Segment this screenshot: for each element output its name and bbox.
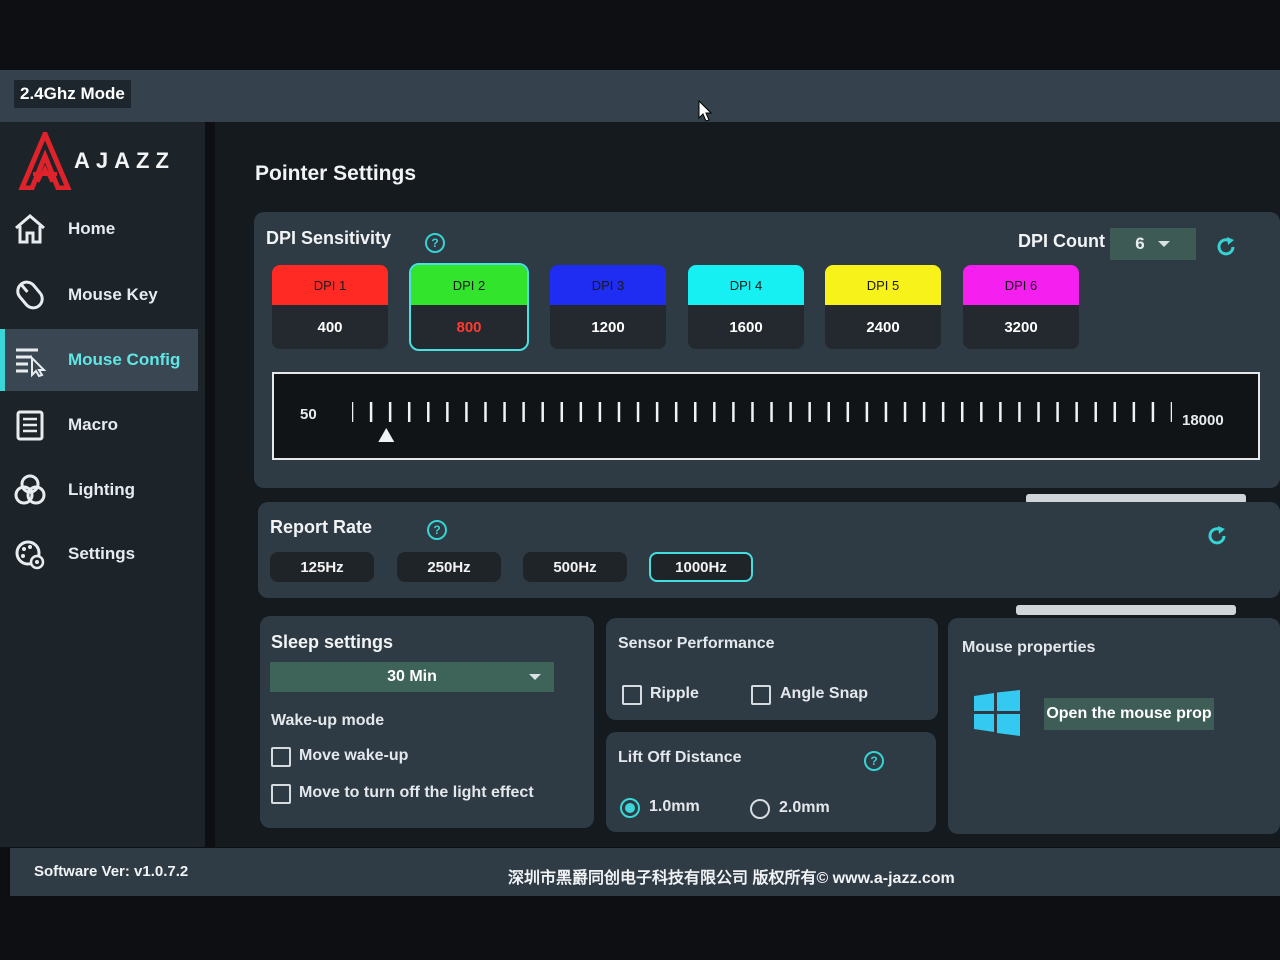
rate-500hz-button[interactable]: 500Hz (523, 552, 627, 582)
dpi-card-2[interactable]: DPI 2 800 (409, 263, 529, 351)
slider-thumb-icon[interactable] (378, 428, 395, 442)
dpi-card-3[interactable]: DPI 3 1200 (550, 265, 666, 349)
mouse-cursor-icon (698, 100, 712, 122)
windows-logo-icon (974, 690, 1020, 736)
sidebar-item-label: Settings (68, 544, 136, 563)
sidebar-item-label: Home (68, 219, 116, 238)
open-mouse-properties-button[interactable]: Open the mouse prop (1044, 698, 1214, 730)
dpi-card-color: DPI 6 (963, 265, 1079, 305)
dpi-card-label: DPI 5 (866, 277, 900, 293)
report-rate-title: Report Rate (270, 517, 373, 537)
scrollbar-thumb[interactable] (1016, 605, 1236, 615)
lift-off-1mm-radio[interactable] (620, 798, 640, 818)
title-bar: 2.4Ghz Mode (0, 70, 1280, 122)
dpi-count-label: DPI Count (1018, 231, 1105, 251)
dpi-card-value: 3200 (1004, 318, 1038, 336)
move-wake-up-label: Move wake-up (299, 747, 409, 764)
mode-badge: 2.4Ghz Mode (14, 80, 131, 108)
dpi-slider[interactable]: 50 18000 (272, 372, 1260, 460)
dpi-card-1[interactable]: DPI 1 400 (272, 265, 388, 349)
help-icon[interactable]: ? (864, 751, 884, 771)
dpi-card-label: DPI 2 (452, 277, 486, 293)
dpi-count-select[interactable]: 6 (1110, 228, 1196, 260)
help-icon[interactable]: ? (425, 233, 445, 253)
lift-off-1mm-label: 1.0mm (649, 798, 700, 815)
dpi-slider-track[interactable] (352, 400, 1172, 446)
lift-off-2mm-label: 2.0mm (779, 799, 830, 816)
footer: Software Ver: v1.0.7.2 深圳市黑爵同创电子科技有限公司 版… (10, 848, 1280, 896)
lift-off-2mm-radio[interactable] (750, 799, 770, 819)
sidebar-item-macro[interactable]: Macro (0, 394, 198, 456)
sidebar-item-home[interactable]: Home (0, 198, 198, 260)
dpi-card-value: 400 (317, 318, 343, 336)
dpi-card-value: 1600 (729, 318, 763, 336)
rate-1000hz-button[interactable]: 1000Hz (649, 552, 753, 582)
rate-125hz-button[interactable]: 125Hz (270, 552, 374, 582)
brand-name: AJAZZ (74, 148, 175, 173)
sensor-performance-panel (606, 618, 938, 720)
ripple-checkbox[interactable] (622, 685, 642, 705)
lift-off-panel (606, 732, 936, 832)
macro-icon (16, 410, 44, 441)
sidebar-item-mouse-key[interactable]: Mouse Key (0, 264, 198, 326)
dpi-card-6[interactable]: DPI 6 3200 (963, 265, 1079, 349)
lighting-icon (14, 474, 46, 505)
settings-icon (15, 540, 45, 570)
wake-up-mode-title: Wake-up mode (271, 712, 385, 729)
software-version: Software Ver: v1.0.7.2 (34, 863, 189, 880)
refresh-icon[interactable] (1215, 236, 1237, 258)
dpi-card-color: DPI 2 (411, 265, 527, 305)
sidebar-item-settings[interactable]: Settings (0, 523, 198, 585)
dpi-card-value: 800 (456, 318, 482, 336)
dpi-card-label: DPI 6 (1004, 277, 1038, 293)
refresh-icon[interactable] (1206, 525, 1228, 547)
help-icon[interactable]: ? (427, 520, 447, 540)
copyright-text: 深圳市黑爵同创电子科技有限公司 版权所有© www.a-jazz.com (508, 870, 955, 887)
dpi-card-color: DPI 3 (550, 265, 666, 305)
dpi-card-value: 1200 (591, 318, 625, 336)
lift-off-title: Lift Off Distance (618, 749, 742, 766)
mouse-config-icon (16, 348, 47, 378)
chevron-down-icon (1157, 241, 1170, 247)
dpi-card-label: DPI 1 (313, 277, 347, 293)
dpi-sensitivity-title: DPI Sensitivity (266, 228, 392, 248)
sleep-settings-title: Sleep settings (271, 632, 394, 652)
move-wake-up-checkbox[interactable] (271, 747, 291, 767)
dpi-slider-min: 50 (300, 406, 317, 423)
chevron-down-icon (529, 674, 541, 680)
dpi-count-value: 6 (1135, 234, 1145, 253)
dpi-card-4[interactable]: DPI 4 1600 (688, 265, 804, 349)
page-title: Pointer Settings (255, 162, 417, 185)
sidebar-item-label: Macro (68, 415, 119, 434)
ajazz-logo-icon (18, 132, 72, 190)
sidebar-item-label: Mouse Key (68, 285, 158, 304)
dpi-card-5[interactable]: DPI 5 2400 (825, 265, 941, 349)
angle-snap-checkbox[interactable] (751, 685, 771, 705)
dpi-card-label: DPI 4 (729, 277, 763, 293)
mouse-icon (16, 280, 44, 310)
report-rate-panel (258, 502, 1280, 598)
sidebar-item-mouse-config[interactable]: Mouse Config (0, 329, 198, 391)
dpi-card-value: 2400 (866, 318, 900, 336)
dpi-card-label: DPI 3 (591, 277, 625, 293)
sleep-time-value: 30 Min (387, 668, 437, 685)
light-off-checkbox[interactable] (271, 784, 291, 804)
dpi-card-color: DPI 1 (272, 265, 388, 305)
sensor-performance-title: Sensor Performance (618, 635, 775, 652)
sidebar-item-label: Mouse Config (68, 350, 181, 369)
sleep-time-select[interactable]: 30 Min (270, 662, 554, 692)
angle-snap-label: Angle Snap (780, 685, 869, 702)
ripple-label: Ripple (650, 685, 699, 702)
mouse-properties-title: Mouse properties (962, 639, 1096, 656)
dpi-card-color: DPI 5 (825, 265, 941, 305)
light-off-label: Move to turn off the light effect (299, 784, 534, 801)
rate-250hz-button[interactable]: 250Hz (397, 552, 501, 582)
home-icon (15, 214, 45, 244)
sidebar-item-lighting[interactable]: Lighting (0, 459, 198, 521)
sidebar-item-label: Lighting (68, 480, 136, 499)
dpi-card-color: DPI 4 (688, 265, 804, 305)
dpi-slider-max: 18000 (1182, 412, 1224, 429)
